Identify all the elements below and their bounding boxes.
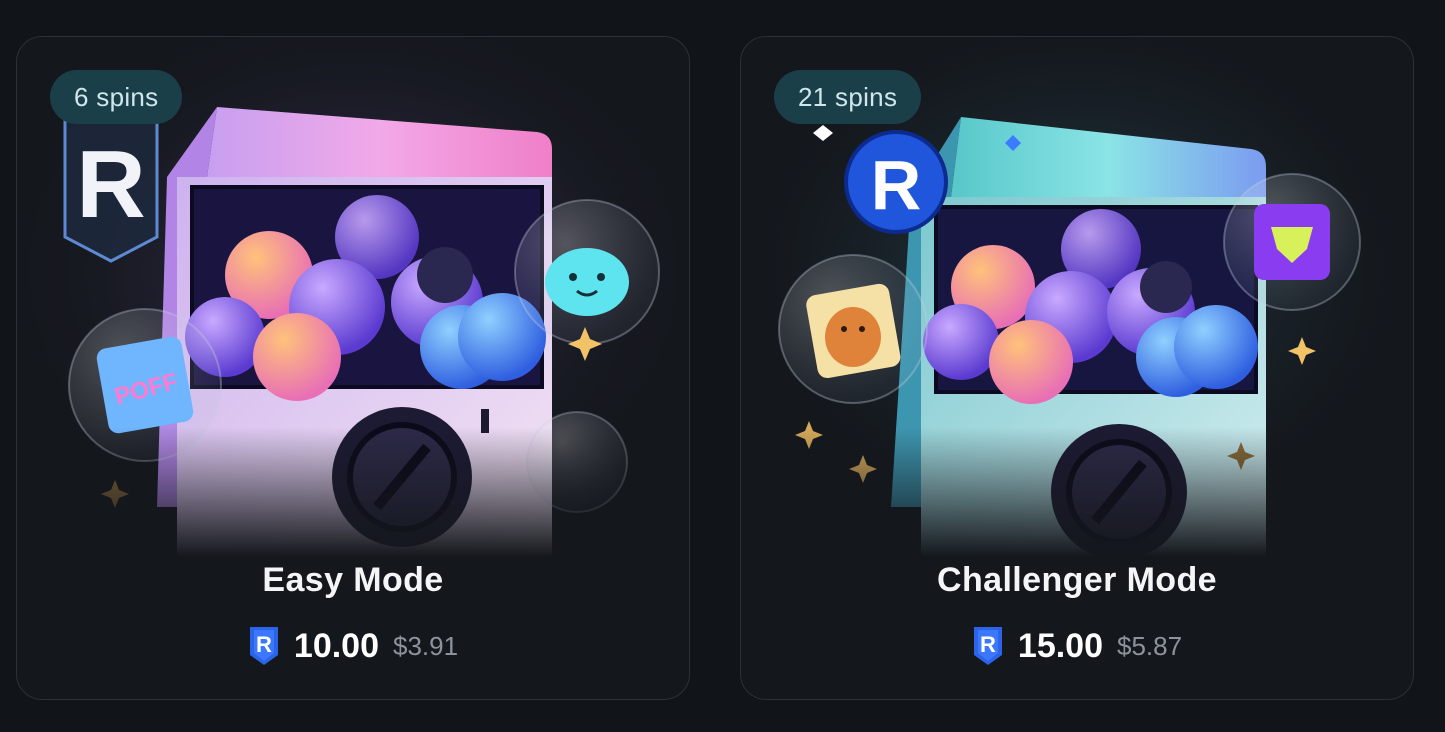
mode-cards: R bbox=[0, 0, 1445, 732]
usd-value: $3.91 bbox=[393, 630, 459, 661]
usd-value: $5.87 bbox=[1117, 630, 1183, 661]
price-value: 10.00 bbox=[293, 626, 379, 665]
spins-badge: 21 spins bbox=[774, 70, 922, 124]
price-value: 15.00 bbox=[1017, 626, 1103, 665]
price-row: R 10.00 $3.91 bbox=[17, 625, 689, 667]
svg-text:R: R bbox=[980, 632, 996, 657]
easy-mode-card[interactable]: R bbox=[16, 36, 690, 700]
mode-title: Easy Mode bbox=[262, 561, 444, 599]
mode-title: Challenger Mode bbox=[937, 561, 1217, 599]
ron-coin-icon: R bbox=[973, 627, 1002, 665]
spins-badge: 6 spins bbox=[50, 70, 183, 124]
challenger-mode-card[interactable]: R 21 spins Challenger Mode bbox=[740, 36, 1414, 700]
ron-coin-icon: R bbox=[249, 627, 278, 665]
svg-text:R: R bbox=[256, 632, 272, 657]
price-row: R 15.00 $5.87 bbox=[741, 625, 1413, 667]
